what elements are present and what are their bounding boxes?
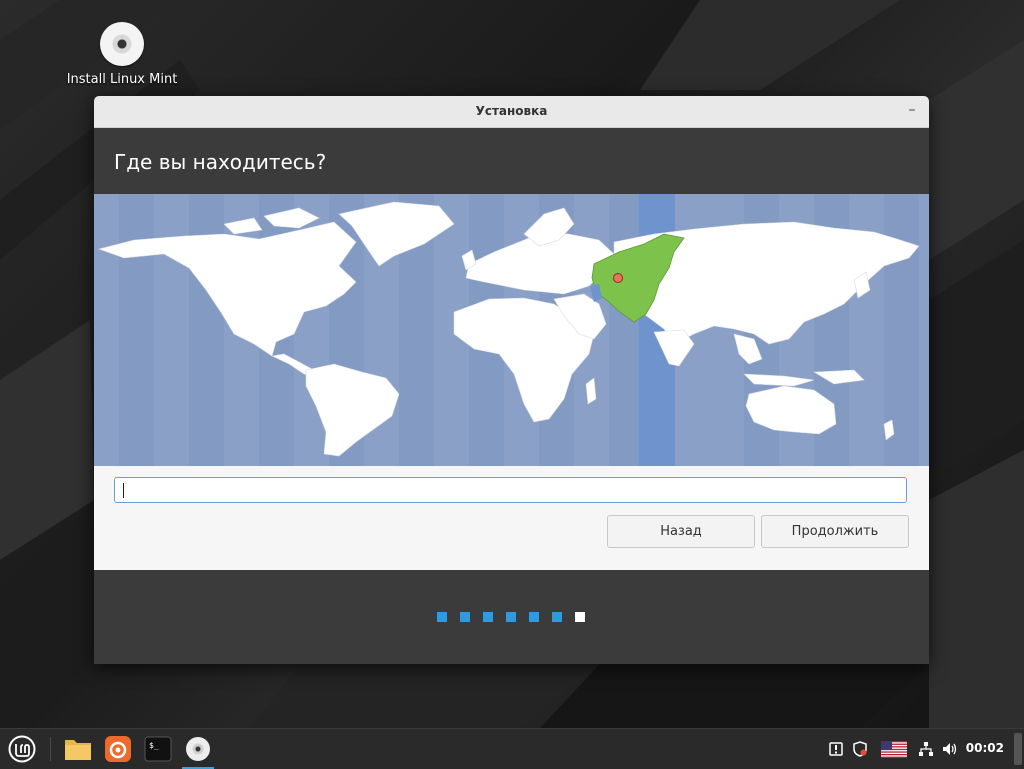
firefox-icon[interactable]	[102, 733, 134, 765]
volume-icon[interactable]	[940, 739, 960, 759]
window-titlebar[interactable]: Установка –	[94, 96, 929, 128]
progress-dot	[552, 612, 562, 622]
taskbar-clock[interactable]: 00:02	[966, 741, 1004, 755]
window-title: Установка	[475, 104, 548, 118]
progress-dot	[506, 612, 516, 622]
text-cursor	[123, 483, 124, 498]
progress-dot	[483, 612, 493, 622]
timezone-map[interactable]	[94, 194, 929, 466]
page-header: Где вы находитесь?	[94, 128, 929, 194]
progress-dot	[460, 612, 470, 622]
installer-disc-icon[interactable]	[182, 733, 214, 769]
mint-menu-icon[interactable]	[6, 733, 38, 765]
progress-dot	[529, 612, 539, 622]
back-button[interactable]: Назад	[607, 515, 755, 548]
installer-window: Установка – Где вы находитесь? Назад Про…	[94, 96, 929, 664]
files-icon[interactable]	[62, 733, 94, 765]
progress-dot-current	[575, 612, 585, 622]
install-progress	[94, 570, 929, 664]
page-title: Где вы находитесь?	[114, 150, 327, 174]
taskbar-separator	[50, 737, 51, 761]
progress-dots	[437, 612, 585, 622]
progress-dot	[437, 612, 447, 622]
continue-button[interactable]: Продолжить	[761, 515, 909, 548]
install-linux-mint-desktop-icon[interactable]: Install Linux Mint	[62, 22, 182, 87]
disc-icon	[100, 22, 144, 66]
terminal-icon[interactable]: $_	[142, 733, 174, 765]
taskbar: $_ 00:02	[0, 728, 1024, 769]
network-icon[interactable]	[916, 739, 936, 759]
location-pin-icon	[613, 273, 623, 283]
minimize-icon[interactable]: –	[905, 102, 919, 118]
show-desktop-button[interactable]	[1014, 733, 1022, 765]
timezone-form: Назад Продолжить	[94, 466, 929, 570]
us-flag-icon[interactable]	[880, 739, 908, 759]
timezone-search-input[interactable]	[114, 477, 907, 503]
notifications-icon[interactable]	[826, 739, 846, 759]
svg-text:$_: $_	[149, 741, 159, 750]
desktop-icon-label: Install Linux Mint	[66, 72, 178, 87]
shield-icon[interactable]	[850, 739, 870, 759]
